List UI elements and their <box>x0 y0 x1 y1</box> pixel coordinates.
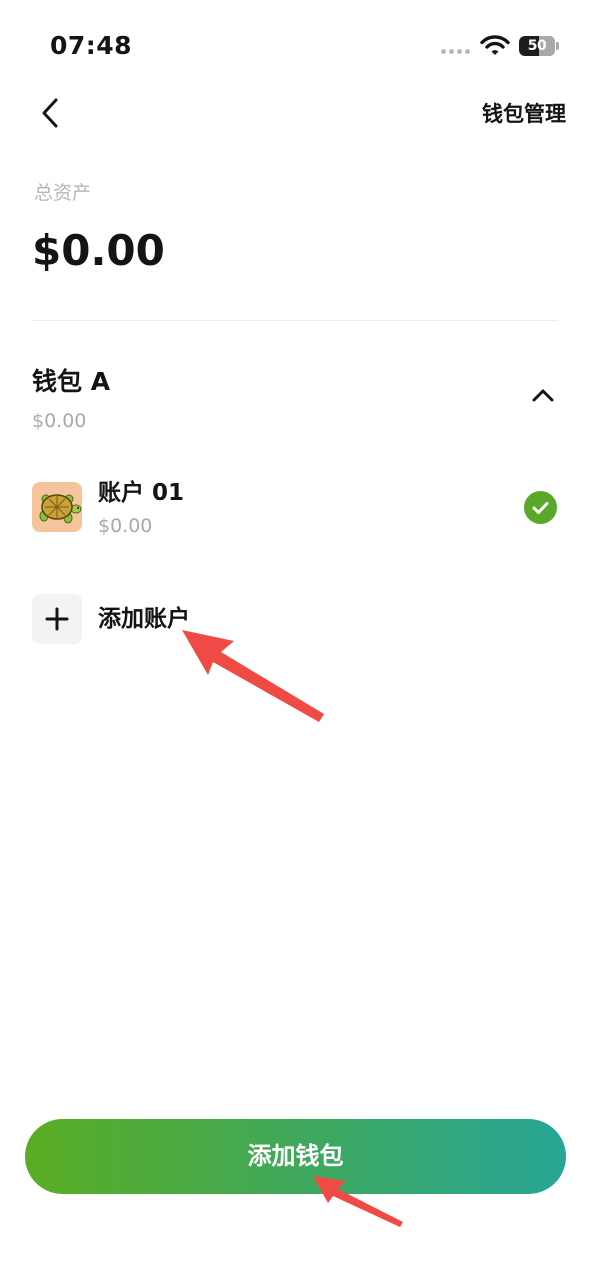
battery-icon: 50 <box>519 36 555 56</box>
selected-check-icon <box>524 491 557 524</box>
total-assets-value: $0.00 <box>32 226 165 275</box>
wallet-manage-link[interactable]: 钱包管理 <box>482 100 566 128</box>
total-assets-label: 总资产 <box>34 182 92 204</box>
battery-level: 50 <box>527 38 547 54</box>
add-wallet-label: 添加钱包 <box>247 1142 344 1170</box>
wallet-balance: $0.00 <box>32 410 87 432</box>
status-time: 07:48 <box>50 31 133 60</box>
account-name: 账户 01 <box>98 480 185 506</box>
chevron-up-icon[interactable] <box>528 382 558 408</box>
account-balance: $0.00 <box>98 515 153 537</box>
cellular-signal-icon <box>441 49 471 55</box>
battery-tip <box>556 42 559 50</box>
turtle-avatar-icon <box>32 482 82 532</box>
back-arrow-icon[interactable] <box>36 96 66 130</box>
wallet-name: 钱包 A <box>32 367 111 396</box>
plus-icon <box>32 594 82 644</box>
add-account-label: 添加账户 <box>98 606 190 632</box>
wifi-icon <box>480 35 510 55</box>
divider <box>32 320 558 321</box>
